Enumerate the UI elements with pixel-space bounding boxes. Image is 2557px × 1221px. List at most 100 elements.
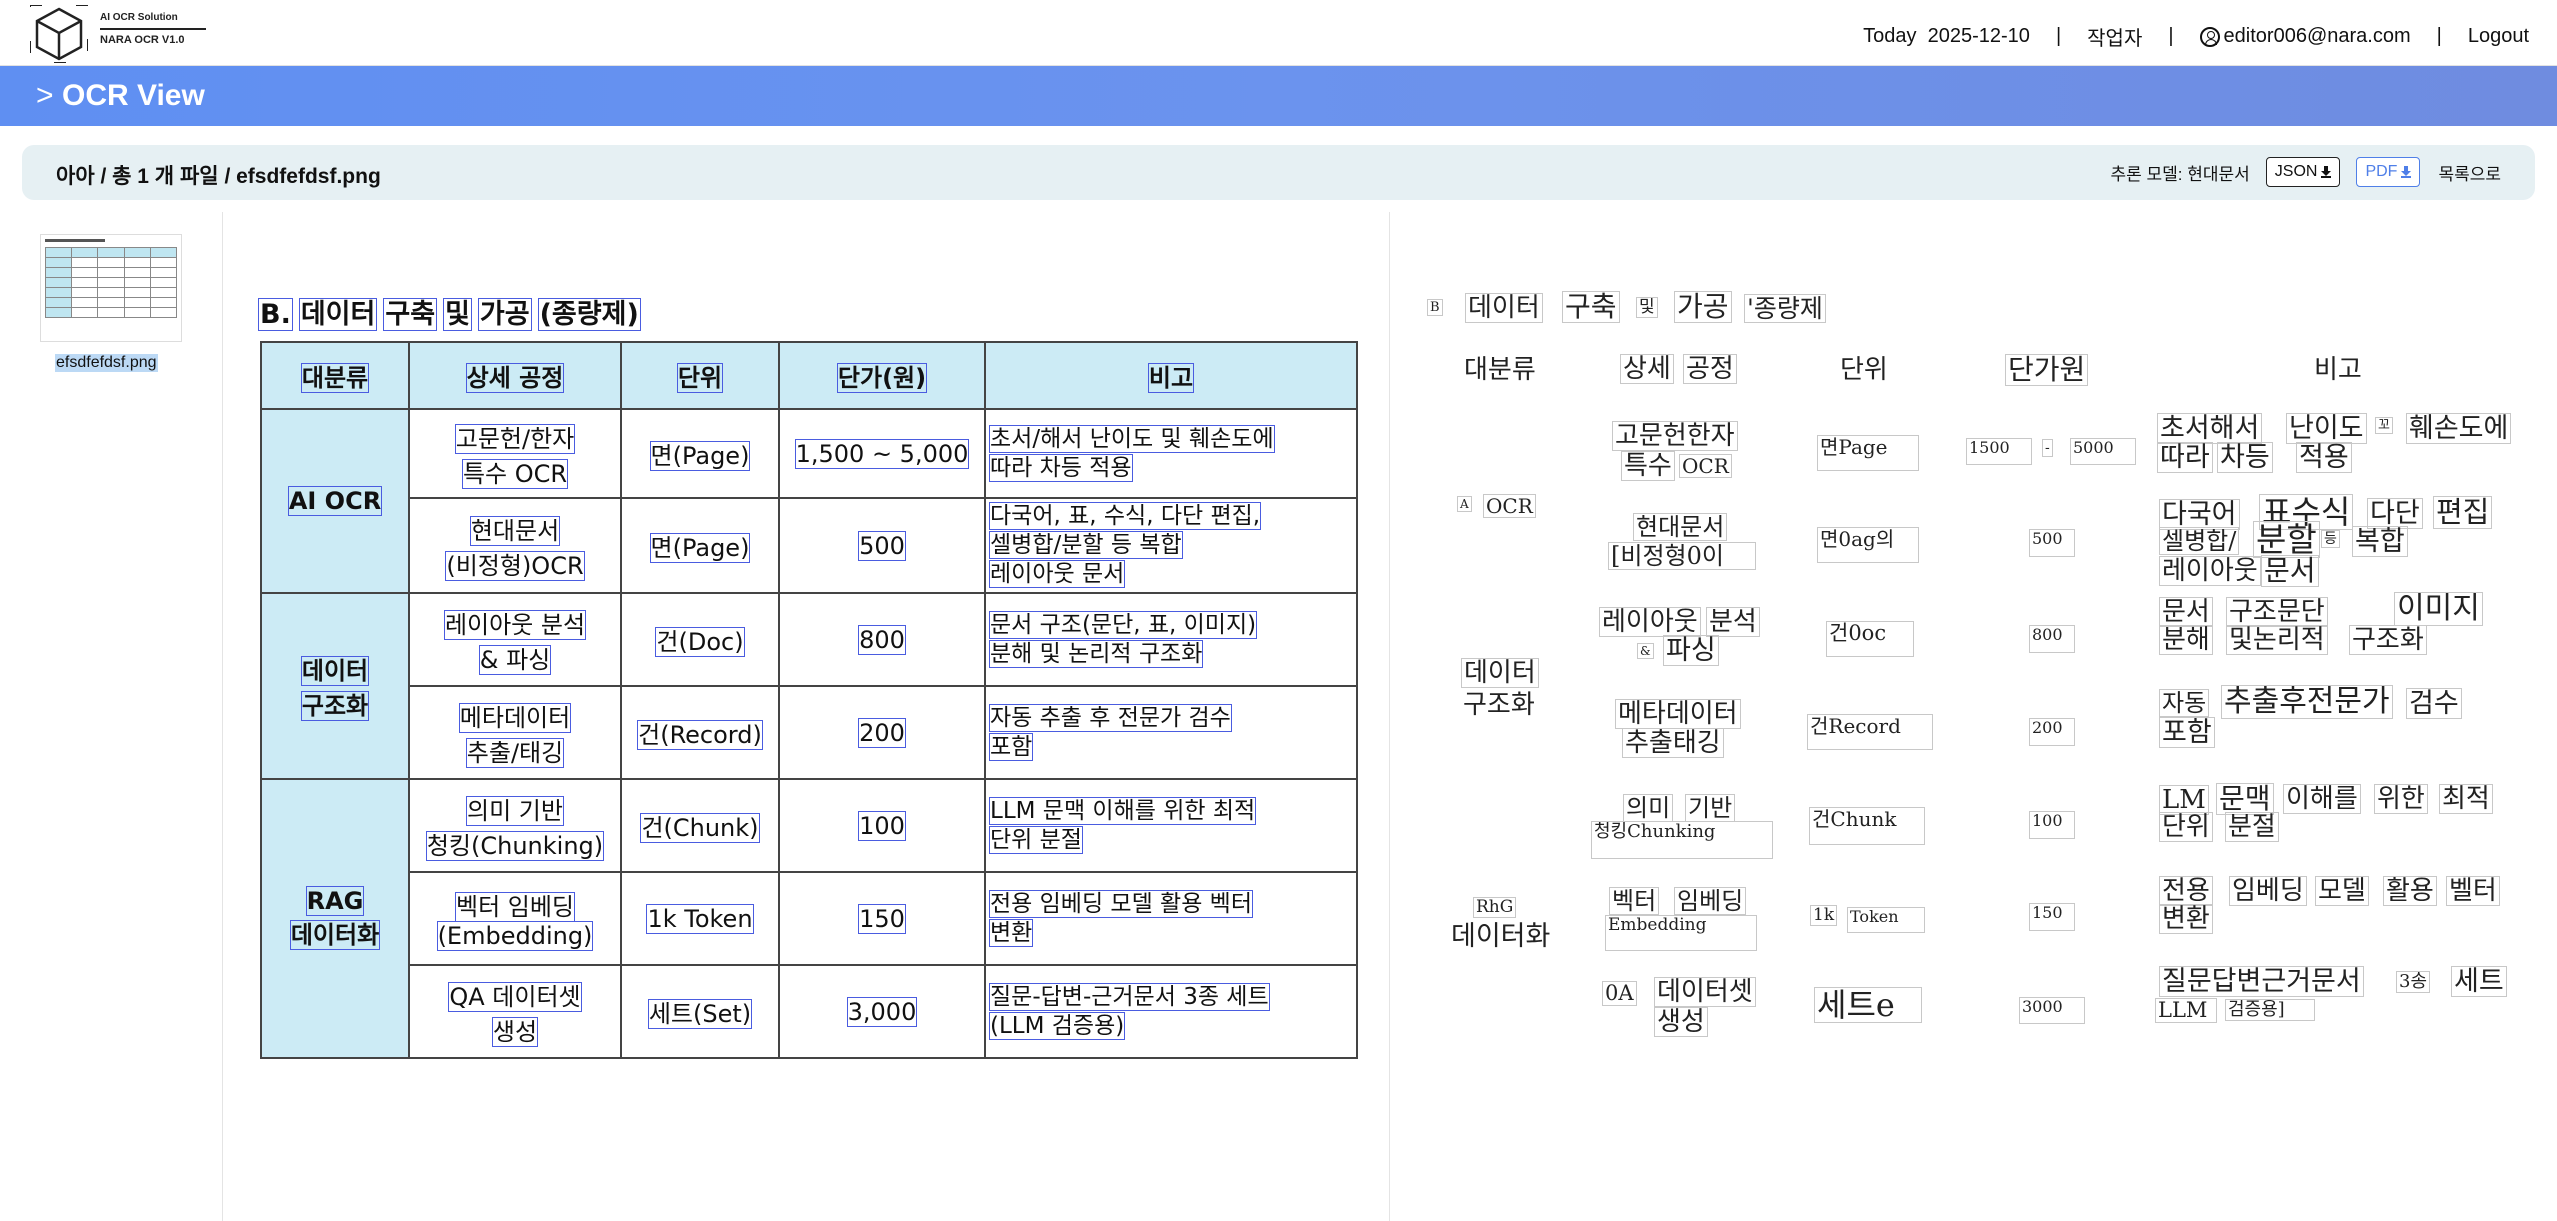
ocr-header: 대분류 bbox=[1464, 355, 1536, 385]
ocr-word: 구조화 bbox=[2349, 625, 2427, 655]
ocr-word: 검수 bbox=[2406, 688, 2462, 719]
category-cell: RAG 데이터화 bbox=[260, 778, 410, 1059]
header-cell: 상세 공정 bbox=[408, 341, 622, 410]
cube-logo-icon bbox=[30, 5, 88, 63]
unit-cell: 건(Record) bbox=[620, 685, 780, 780]
ocr-word: 편집 bbox=[2432, 495, 2493, 529]
ocr-word: 분절 bbox=[2225, 812, 2279, 842]
note-cell: 다국어, 표, 수식, 다단 편집, 셀병합/분할 등 복합 레이아웃 문서 bbox=[984, 497, 1358, 594]
ocr-word: 생성 bbox=[1654, 1007, 1708, 1037]
ocr-word: 질문답변근거문서 bbox=[2159, 966, 2364, 997]
breadcrumb: 아아 / 총 1 개 파일 / efsdfefdsf.png bbox=[56, 165, 381, 188]
ocr-header: 공정 bbox=[1683, 354, 1737, 384]
ocr-word: 위한 bbox=[2374, 784, 2428, 814]
document-title: B. 데이터 구축 및 가공 (종량제) bbox=[258, 292, 648, 331]
unit-cell: 1k Token bbox=[620, 871, 780, 966]
ocr-word: B bbox=[1427, 299, 1443, 316]
ocr-word: & bbox=[1637, 643, 1654, 659]
ocr-word: 특수 bbox=[1621, 451, 1675, 481]
table-header-row: 대분류 상세 공정 단위 단가(원) 비고 bbox=[260, 341, 1358, 410]
logout-link[interactable]: Logout bbox=[2468, 25, 2529, 48]
ocr-header: 단위 bbox=[1840, 355, 1888, 385]
ocr-word: 분할 bbox=[2253, 520, 2320, 559]
process-cell: 현대문서 (비정형)OCR bbox=[408, 497, 622, 594]
logo-divider bbox=[100, 28, 206, 30]
note-cell: LLM 문맥 이해를 위한 최적 단위 분절 bbox=[984, 778, 1358, 873]
header-right: Today 2025-12-10 | 작업자 | editor006@nara.… bbox=[1863, 22, 2529, 51]
title-word: 가공 bbox=[477, 298, 532, 331]
ocr-header: 상세 bbox=[1620, 354, 1674, 384]
note-cell: 초서/해서 난이도 및 훼손도에 따라 차등 적용 bbox=[984, 408, 1358, 499]
ocr-word: '종량제 bbox=[1744, 294, 1826, 323]
ocr-word: 벡터 bbox=[1608, 887, 1660, 915]
separator: | bbox=[2436, 25, 2442, 47]
header-cell: 단위 bbox=[620, 341, 780, 410]
ocr-word: 등 bbox=[2321, 530, 2340, 548]
file-thumbnail[interactable] bbox=[40, 234, 182, 342]
today-label: Today bbox=[1863, 25, 1917, 47]
ocr-word: - bbox=[2042, 439, 2053, 457]
ocr-word: LM bbox=[2159, 785, 2209, 815]
ocr-word: 기반 bbox=[1684, 794, 1736, 822]
header-cell: 단가(원) bbox=[778, 341, 986, 410]
ocr-word: 현대문서 bbox=[1632, 513, 1728, 541]
back-to-list-button[interactable]: 목록으로 bbox=[2438, 160, 2501, 185]
process-cell: 의미 기반 청킹(Chunking) bbox=[408, 778, 622, 873]
table-row: RAG 데이터화 의미 기반 청킹(Chunking) 건(Chunk) 100 L… bbox=[260, 778, 1358, 1059]
ocr-word: 및논리적 bbox=[2226, 625, 2328, 655]
ocr-word: 메타데이터 bbox=[1615, 699, 1741, 729]
ocr-word: 초서해서 bbox=[2156, 413, 2263, 444]
table-row: 현대문서 (비정형)OCR 면(Page) 500 다국어, 표, 수식, 다단 … bbox=[261, 497, 1358, 594]
table-row: AI OCR 고문헌/한자 특수 OCR 면(Page) 1,500 ~ 5,00… bbox=[260, 408, 1358, 594]
ocr-word: LLM bbox=[2155, 998, 2217, 1023]
ocr-word: 100 bbox=[2029, 811, 2075, 839]
ocr-word: 추출태깅 bbox=[1622, 728, 1724, 758]
ocr-word: 포함 bbox=[2159, 717, 2215, 748]
process-cell: 레이아웃 분석 & 파싱 bbox=[408, 592, 622, 687]
ocr-word: 다단 bbox=[2367, 498, 2423, 529]
ocr-word: 훼손도에 bbox=[2405, 413, 2512, 444]
ocr-word: 건Record bbox=[1807, 714, 1933, 750]
logo-title: NARA OCR V1.0 bbox=[100, 34, 185, 46]
ocr-word: 자동 bbox=[2158, 689, 2210, 717]
file-name[interactable]: efsdfefdsf.png bbox=[55, 354, 158, 372]
ocr-word: 데이터셋 bbox=[1654, 977, 1756, 1007]
title-word: (종량제) bbox=[537, 298, 641, 331]
document-table: 대분류 상세 공정 단위 단가(원) 비고 AI OCR 고문헌/한자 특수 OC… bbox=[260, 341, 1358, 1059]
ocr-word: 단위 bbox=[2159, 812, 2213, 842]
ocr-word: 차등 bbox=[2217, 442, 2273, 473]
table-row: 메타데이터 추출/태깅 건(Record) 200 자동 추출 후 전문가 검수 포… bbox=[261, 685, 1358, 780]
workspace-link[interactable]: 작업자 bbox=[2087, 22, 2142, 51]
download-icon bbox=[2401, 166, 2412, 178]
ocr-word: 이해를 bbox=[2283, 784, 2361, 814]
unit-cell: 건(Chunk) bbox=[620, 778, 780, 873]
title-word: 데이터 bbox=[298, 298, 378, 331]
ocr-word: 800 bbox=[2029, 625, 2075, 653]
pdf-download-button[interactable]: PDF bbox=[2356, 157, 2421, 187]
ocr-word: 추출후전문가 bbox=[2221, 684, 2393, 719]
ocr-header: 비고 bbox=[2314, 355, 2362, 385]
ocr-word: [비정형0이 bbox=[1608, 542, 1756, 570]
ocr-word: 건Chunk bbox=[1809, 807, 1925, 845]
table-row: QA 데이터셋 생성 세트(Set) 3,000 질문-답변-근거문서 3종 세트… bbox=[261, 964, 1358, 1059]
user-email[interactable]: editor006@nara.com bbox=[2224, 25, 2411, 48]
ocr-word: RhG bbox=[1472, 897, 1517, 918]
toolbar-actions: 추론 모델: 현대문서 JSON PDF 목록으로 bbox=[2110, 157, 2501, 187]
ocr-word: 레이아웃 bbox=[1599, 607, 1701, 637]
ocr-word: 임베딩 bbox=[1673, 887, 1747, 915]
json-download-button[interactable]: JSON bbox=[2265, 157, 2341, 187]
ocr-word: 200 bbox=[2029, 718, 2075, 746]
page-banner: > OCR View bbox=[0, 66, 2557, 126]
table-row: 벡터 임베딩 (Embedding) 1k Token 150 전용 임베딩 모델… bbox=[261, 871, 1358, 966]
ocr-word: 변환 bbox=[2159, 904, 2213, 934]
ocr-word: 문서 bbox=[2159, 597, 2213, 627]
unit-cell: 면(Page) bbox=[620, 408, 780, 499]
ocr-word: 데이터 bbox=[1461, 658, 1539, 688]
ocr-word: Token bbox=[1847, 907, 1925, 933]
user-icon bbox=[2199, 26, 2220, 47]
ocr-word: 0A bbox=[1602, 981, 1637, 1006]
ocr-word: 세트e bbox=[1814, 987, 1922, 1023]
today-value: 2025-12-10 bbox=[1927, 25, 2030, 47]
json-label: JSON bbox=[2274, 163, 2318, 180]
ocr-word: 파싱 bbox=[1663, 635, 1719, 666]
